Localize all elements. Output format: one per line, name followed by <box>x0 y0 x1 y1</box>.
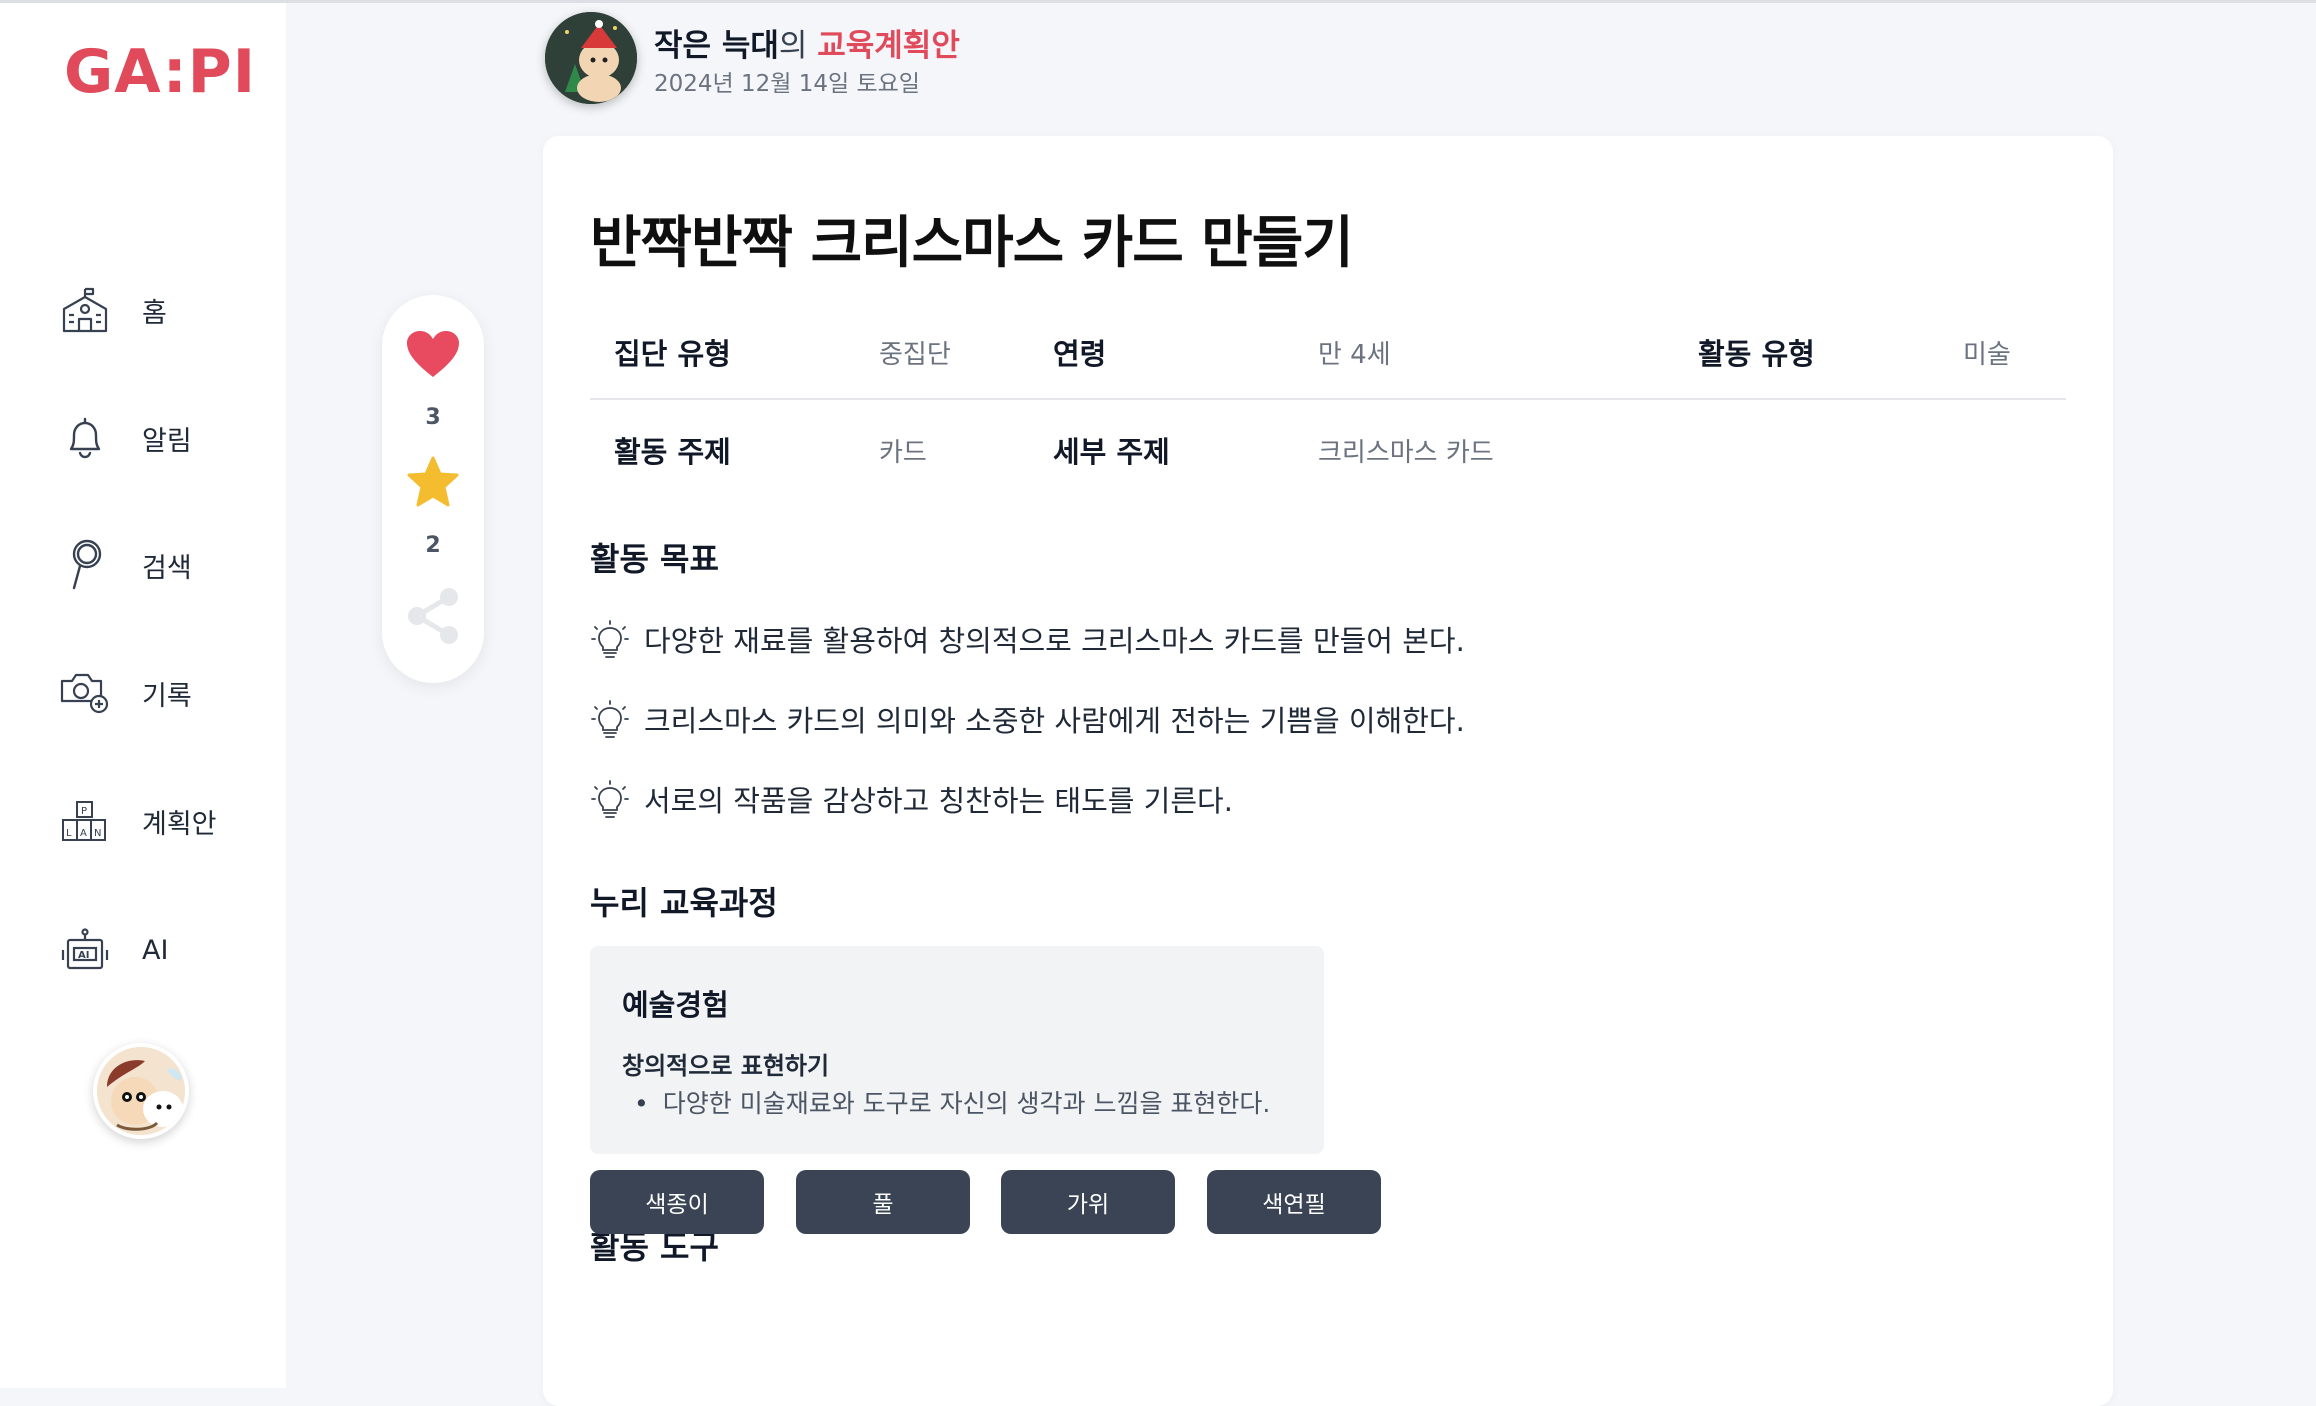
robot-icon: AI <box>58 923 112 977</box>
sidebar-item-search[interactable]: 검색 <box>58 535 258 595</box>
like-button[interactable] <box>382 329 484 379</box>
meta-divider <box>590 398 2066 400</box>
age-label: 연령 <box>1053 337 1107 371</box>
plan-blocks-icon: P L A N <box>58 794 112 848</box>
post-date: 2024년 12월 14일 토요일 <box>654 71 920 97</box>
age-value: 만 4세 <box>1318 340 1391 370</box>
svg-text:P: P <box>81 806 87 817</box>
sidebar-item-label: 홈 <box>142 297 167 329</box>
goal-item: 다양한 재료를 활용하여 창의적으로 크리스마스 카드를 만들어 본다. <box>590 618 1465 660</box>
goal-item: 서로의 작품을 감상하고 칭찬하는 태도를 기른다. <box>590 778 1233 820</box>
camera-plus-icon <box>58 666 112 720</box>
sidebar-item-ai[interactable]: AI AI <box>58 920 258 980</box>
subtopic-value: 크리스마스 카드 <box>1318 438 1494 468</box>
topic-value: 카드 <box>879 438 927 468</box>
author-possessive: 의 <box>778 28 818 64</box>
goal-text: 다양한 재료를 활용하여 창의적으로 크리스마스 카드를 만들어 본다. <box>644 624 1465 658</box>
tool-tag-scissors[interactable]: 가위 <box>1001 1170 1175 1234</box>
author-avatar[interactable] <box>545 12 637 104</box>
star-icon <box>407 456 459 507</box>
activity-type-value: 미술 <box>1963 340 2011 370</box>
lightbulb-icon <box>591 620 629 658</box>
sidebar-item-plans[interactable]: P L A N 계획안 <box>58 791 258 851</box>
tool-tag-glue[interactable]: 풀 <box>796 1170 970 1234</box>
activity-type-label: 활동 유형 <box>1698 337 1815 371</box>
svg-text:AI: AI <box>78 950 89 961</box>
bookmark-button[interactable] <box>382 455 484 509</box>
app-logo[interactable]: GA:PI <box>64 37 256 107</box>
goal-text: 서로의 작품을 감상하고 칭찬하는 태도를 기른다. <box>644 784 1233 818</box>
tool-tag-colored-pencils[interactable]: 색연필 <box>1207 1170 1381 1234</box>
sidebar-item-label: AI <box>142 934 169 966</box>
sidebar-item-alerts[interactable]: 알림 <box>58 408 258 468</box>
sidebar-item-label: 검색 <box>142 552 192 584</box>
heart-icon <box>407 331 459 377</box>
lightbulb-icon <box>591 780 629 818</box>
sidebar: GA:PI 홈 알림 검색 기록 P L A N 계획안 AI AI <box>0 3 286 1388</box>
nuri-box: 예술경험 창의적으로 표현하기 다양한 미술재료와 도구로 자신의 생각과 느낌… <box>590 946 1324 1154</box>
svg-text:L: L <box>66 828 72 839</box>
subtopic-label: 세부 주제 <box>1053 435 1170 469</box>
goal-text: 크리스마스 카드의 의미와 소중한 사람에게 전하는 기쁨을 이해한다. <box>644 704 1465 738</box>
goal-item: 크리스마스 카드의 의미와 소중한 사람에게 전하는 기쁨을 이해한다. <box>590 698 1465 740</box>
author-name[interactable]: 작은 늑대 <box>654 28 779 64</box>
window-top-border <box>0 0 2316 3</box>
svg-text:A: A <box>80 828 87 839</box>
svg-text:N: N <box>94 828 101 839</box>
author-title-line: 작은 늑대의 교육계획안 <box>654 20 960 65</box>
sidebar-item-label: 알림 <box>142 425 192 457</box>
lightbulb-icon <box>591 700 629 738</box>
share-icon <box>408 588 458 644</box>
user-avatar[interactable] <box>93 1043 189 1139</box>
nuri-subcategory: 창의적으로 표현하기 <box>622 1052 830 1080</box>
like-count: 3 <box>425 405 441 430</box>
group-type-value: 중집단 <box>879 340 951 370</box>
school-house-icon <box>58 283 112 337</box>
goals-heading: 활동 목표 <box>590 540 719 578</box>
bookmark-count: 2 <box>425 533 441 558</box>
magnifier-icon <box>58 538 112 592</box>
nuri-area: 예술경험 <box>622 988 729 1022</box>
sidebar-item-home[interactable]: 홈 <box>58 280 258 340</box>
doc-type: 교육계획안 <box>817 28 960 64</box>
sidebar-item-records[interactable]: 기록 <box>58 663 258 723</box>
tool-tag-colored-paper[interactable]: 색종이 <box>590 1170 764 1234</box>
nuri-heading: 누리 교육과정 <box>590 884 778 922</box>
nuri-item: 다양한 미술재료와 도구로 자신의 생각과 느낌을 표현한다. <box>634 1084 1271 1120</box>
group-type-label: 집단 유형 <box>614 337 731 371</box>
sidebar-item-label: 기록 <box>142 680 192 712</box>
action-rail: 3 2 <box>382 295 484 683</box>
share-button[interactable] <box>382 585 484 647</box>
sidebar-item-label: 계획안 <box>142 808 217 840</box>
topic-label: 활동 주제 <box>614 435 731 469</box>
plan-title: 반짝반짝 크리스마스 카드 만들기 <box>590 211 1354 276</box>
bell-icon <box>58 411 112 465</box>
